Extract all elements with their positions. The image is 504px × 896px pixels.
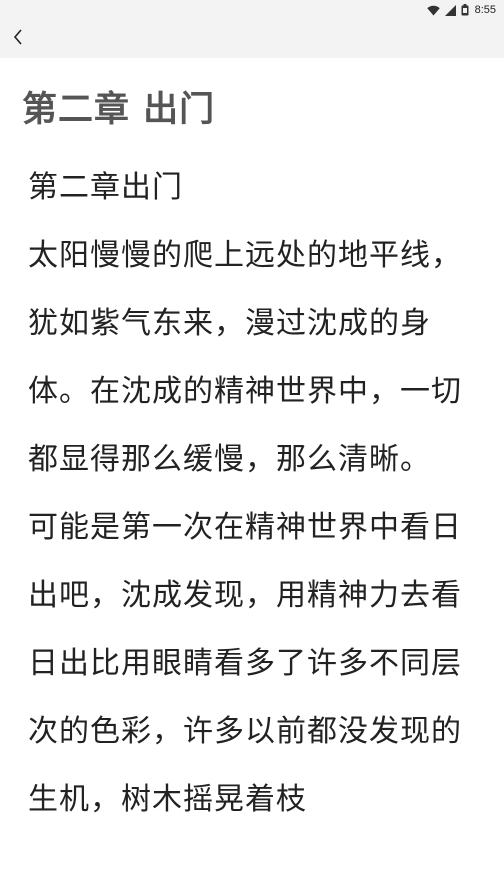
back-button[interactable] (0, 20, 36, 58)
paragraph: 太阳慢慢的爬上远处的地平线，犹如紫气东来，漫过沈成的身体。在沈成的精神世界中，一… (28, 238, 462, 477)
content-heading: 第二章出门 (28, 170, 183, 205)
chevron-left-icon (13, 29, 23, 49)
chapter-content: 第二章出门 太阳慢慢的爬上远处的地平线，犹如紫气东来，漫过沈成的身体。在沈成的精… (0, 154, 504, 834)
status-bar: 8:55 (0, 0, 504, 20)
signal-icon (444, 4, 456, 16)
status-time: 8:55 (474, 4, 496, 16)
paragraph: 可能是第一次在精神世界中看日出吧，沈成发现，用精神力去看日出比用眼睛看多了许多不… (28, 510, 462, 817)
chapter-title: 第二章 出门 (22, 89, 216, 130)
battery-icon (461, 4, 469, 16)
wifi-icon (426, 5, 440, 16)
toolbar (0, 20, 504, 58)
